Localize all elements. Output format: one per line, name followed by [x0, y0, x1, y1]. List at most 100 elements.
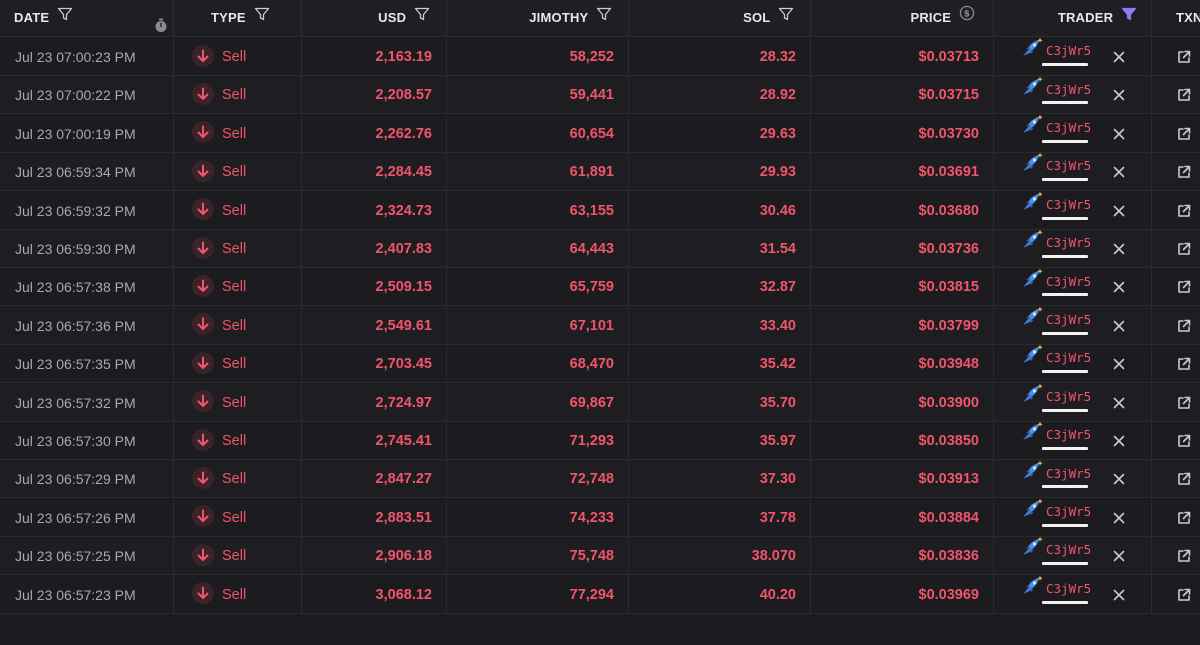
table-row[interactable]: Jul 23 07:00:22 PM Sell 2,208.57 59,441 28.9… [0, 76, 1200, 115]
close-icon[interactable] [1113, 281, 1125, 293]
cell-price: $0.03913 [811, 460, 994, 499]
cell-trader: C3jWr5 [994, 383, 1152, 422]
cell-usd: 2,208.57 [302, 76, 447, 115]
arrow-down-icon [192, 467, 214, 490]
close-icon[interactable] [1113, 550, 1125, 562]
table-row[interactable]: Jul 23 06:59:34 PM Sell 2,284.45 61,891 29.9… [0, 153, 1200, 192]
column-header-usd[interactable]: USD [302, 0, 447, 36]
column-header-price[interactable]: PRICE $ [811, 0, 994, 36]
table-row[interactable]: Jul 23 06:57:35 PM Sell 2,703.45 68,470 35.4… [0, 345, 1200, 384]
column-header-sol[interactable]: SOL [629, 0, 811, 36]
table-row[interactable]: Jul 23 06:57:26 PM Sell 2,883.51 74,233 37.7… [0, 498, 1200, 537]
close-icon[interactable] [1113, 397, 1125, 409]
trader-underline [1042, 293, 1088, 297]
external-link-icon[interactable] [1176, 241, 1192, 257]
arrow-down-icon [192, 275, 214, 298]
cell-txn [1152, 576, 1200, 614]
table-row[interactable]: Jul 23 06:57:32 PM Sell 2,724.97 69,867 35.7… [0, 383, 1200, 422]
type-label: Sell [222, 202, 247, 219]
external-link-icon[interactable] [1176, 164, 1192, 180]
table-row[interactable]: Jul 23 06:59:32 PM Sell 2,324.73 63,155 30.4… [0, 191, 1200, 230]
column-header-jimothy[interactable]: JIMOTHY [447, 0, 629, 36]
filter-icon[interactable] [596, 0, 612, 35]
filter-icon[interactable] [254, 0, 270, 35]
cell-date: Jul 23 07:00:19 PM [0, 114, 174, 153]
filter-icon[interactable] [57, 0, 73, 35]
cell-type: Sell [174, 76, 302, 115]
column-header-type[interactable]: TYPE [174, 0, 302, 36]
filter-icon[interactable] [778, 0, 794, 35]
rocket-sparkle-icon [1020, 575, 1044, 612]
close-icon[interactable] [1113, 512, 1125, 524]
cell-txn [1152, 76, 1200, 114]
external-link-icon[interactable] [1176, 49, 1192, 65]
close-icon[interactable] [1113, 166, 1125, 178]
table-row[interactable]: Jul 23 06:57:36 PM Sell 2,549.61 67,101 33.4… [0, 306, 1200, 345]
cell-jimothy: 64,443 [447, 230, 629, 268]
close-icon[interactable] [1113, 128, 1125, 140]
arrow-down-icon [192, 159, 214, 182]
arrow-down-icon [192, 351, 214, 374]
table-row[interactable]: Jul 23 06:57:30 PM Sell 2,745.41 71,293 35.9… [0, 422, 1200, 460]
trader-underline [1042, 523, 1088, 527]
close-icon[interactable] [1113, 243, 1125, 255]
external-link-icon[interactable] [1176, 471, 1192, 487]
external-link-icon[interactable] [1176, 203, 1192, 219]
cell-price: $0.03715 [811, 76, 994, 115]
table-row[interactable]: Jul 23 06:57:23 PM Sell 3,068.12 77,294 40.2… [0, 575, 1200, 614]
table-row[interactable]: Jul 23 07:00:23 PM Sell 2,163.19 58,252 28.3… [0, 38, 1200, 76]
external-link-icon[interactable] [1176, 433, 1192, 449]
close-icon[interactable] [1113, 320, 1125, 332]
close-icon[interactable] [1113, 473, 1125, 485]
rocket-sparkle-icon [1020, 76, 1044, 112]
arrow-down-icon [192, 83, 214, 106]
external-link-icon[interactable] [1176, 548, 1192, 564]
rocket-sparkle-icon [1020, 114, 1044, 151]
cell-jimothy: 68,470 [447, 345, 629, 384]
external-link-icon[interactable] [1176, 356, 1192, 372]
external-link-icon[interactable] [1176, 510, 1192, 526]
close-icon[interactable] [1113, 358, 1125, 370]
filter-active-icon[interactable] [1121, 0, 1137, 35]
trader-underline [1042, 600, 1088, 604]
external-link-icon[interactable] [1176, 126, 1192, 142]
external-link-icon[interactable] [1176, 87, 1192, 103]
table-row[interactable]: Jul 23 07:00:19 PM Sell 2,262.76 60,654 29.6… [0, 114, 1200, 153]
close-icon[interactable] [1113, 51, 1125, 63]
table-row[interactable]: Jul 23 06:57:25 PM Sell 2,906.18 75,748 38.0… [0, 537, 1200, 576]
cell-date: Jul 23 06:57:25 PM [0, 537, 174, 576]
cell-usd: 2,163.19 [302, 38, 447, 76]
column-header-trader[interactable]: TRADER [994, 0, 1152, 36]
table-row[interactable]: Jul 23 06:57:29 PM Sell 2,847.27 72,748 37.3… [0, 460, 1200, 499]
cell-sol: 30.46 [629, 191, 811, 230]
rocket-sparkle-icon [1020, 422, 1044, 458]
close-icon[interactable] [1113, 435, 1125, 447]
cell-date: Jul 23 06:57:36 PM [0, 306, 174, 345]
external-link-icon[interactable] [1176, 279, 1192, 295]
cell-price: $0.03884 [811, 498, 994, 537]
column-label-type: TYPE [211, 10, 246, 25]
filter-icon[interactable] [414, 0, 430, 35]
cell-jimothy: 60,654 [447, 114, 629, 153]
column-header-txn[interactable]: TXN [1152, 0, 1200, 36]
dollar-coin-icon[interactable]: $ [959, 0, 975, 35]
table-row[interactable]: Jul 23 06:57:38 PM Sell 2,509.15 65,759 32.8… [0, 268, 1200, 307]
cell-trader: C3jWr5 [994, 460, 1152, 499]
cell-jimothy: 77,294 [447, 575, 629, 614]
external-link-icon[interactable] [1176, 318, 1192, 334]
stopwatch-icon[interactable] [154, 11, 168, 36]
close-icon[interactable] [1113, 205, 1125, 217]
external-link-icon[interactable] [1176, 587, 1192, 603]
cell-price: $0.03900 [811, 383, 994, 422]
column-label-trader: TRADER [1057, 10, 1114, 25]
table-row[interactable]: Jul 23 06:59:30 PM Sell 2,407.83 64,443 31.5… [0, 230, 1200, 268]
close-icon[interactable] [1113, 89, 1125, 101]
cell-price: $0.03815 [811, 268, 994, 307]
cell-date: Jul 23 06:57:38 PM [0, 268, 174, 307]
cell-trader: C3jWr5 [994, 268, 1152, 307]
column-label-sol: SOL [743, 10, 771, 25]
close-icon[interactable] [1113, 589, 1125, 601]
column-header-date[interactable]: DATE [0, 0, 174, 36]
cell-txn [1152, 230, 1200, 268]
external-link-icon[interactable] [1176, 395, 1192, 411]
